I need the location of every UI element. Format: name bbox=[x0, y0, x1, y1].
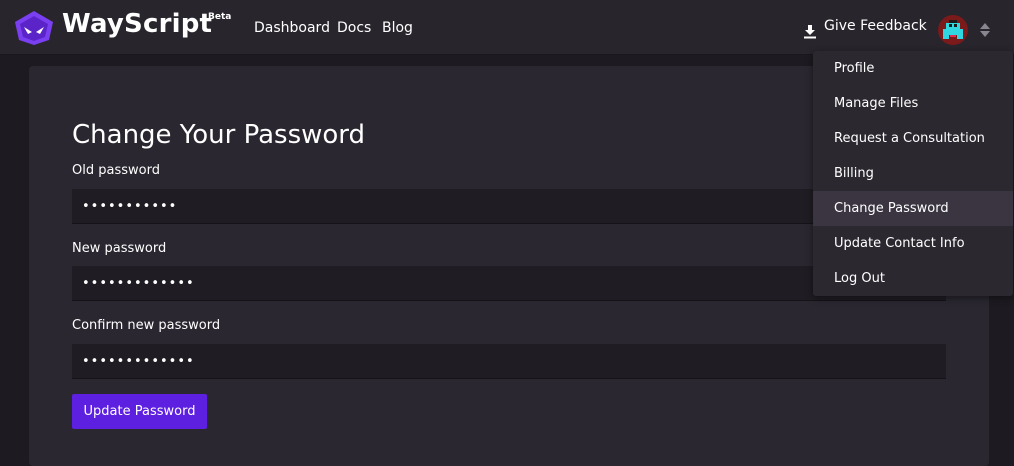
menu-item-update-contact-info[interactable]: Update Contact Info bbox=[813, 226, 1013, 261]
user-dropdown-menu: Profile Manage Files Request a Consultat… bbox=[813, 51, 1013, 296]
menu-item-billing[interactable]: Billing bbox=[813, 156, 1013, 191]
wayscript-logo-icon[interactable] bbox=[14, 10, 54, 46]
new-password-label: New password bbox=[72, 241, 167, 256]
sort-arrows-icon[interactable] bbox=[979, 22, 991, 38]
menu-item-request-consultation[interactable]: Request a Consultation bbox=[813, 121, 1013, 156]
beta-badge: Beta bbox=[208, 12, 232, 22]
give-feedback-label: Give Feedback bbox=[824, 18, 927, 34]
confirm-password-label: Confirm new password bbox=[72, 318, 221, 333]
confirm-password-input[interactable]: ••••••••••••• bbox=[72, 344, 946, 379]
menu-item-log-out[interactable]: Log Out bbox=[813, 261, 1013, 296]
download-icon bbox=[804, 25, 816, 39]
old-password-label: Old password bbox=[72, 163, 160, 178]
top-navbar: WayScript Beta Dashboard Docs Blog Give … bbox=[0, 0, 1014, 55]
menu-item-manage-files[interactable]: Manage Files bbox=[813, 86, 1013, 121]
menu-item-profile[interactable]: Profile bbox=[813, 51, 1013, 86]
nav-dashboard[interactable]: Dashboard bbox=[254, 20, 330, 36]
nav-docs[interactable]: Docs bbox=[337, 20, 371, 36]
page-title: Change Your Password bbox=[72, 120, 366, 150]
avatar[interactable] bbox=[938, 15, 968, 45]
nav-blog[interactable]: Blog bbox=[382, 20, 413, 36]
avatar-pixel-icon bbox=[943, 20, 963, 39]
menu-item-change-password[interactable]: Change Password bbox=[813, 191, 1013, 226]
update-password-button[interactable]: Update Password bbox=[72, 394, 207, 429]
brand-name[interactable]: WayScript bbox=[62, 9, 212, 39]
